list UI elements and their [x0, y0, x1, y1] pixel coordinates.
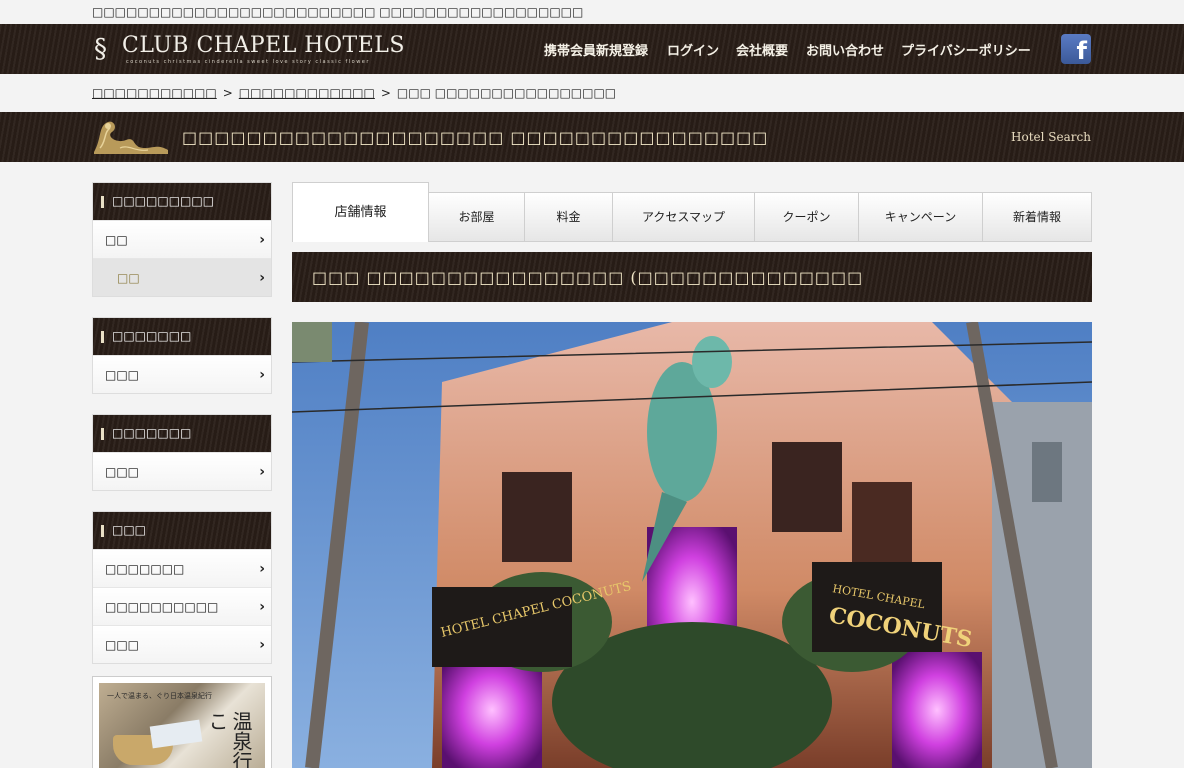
- hotel-facade-image: HOTEL CHAPEL COCONUTS HOTEL CHAPEL COCON…: [292, 322, 1092, 768]
- sidebar-block: □□□□□□□□□ □□ › □□ ›: [92, 182, 272, 297]
- tab-rooms[interactable]: お部屋: [428, 192, 525, 242]
- page-title-bar: □□□□□□□□□□□□□□□□□□□□ □□□□□□□□□□□□□□□□ Ho…: [0, 112, 1184, 162]
- chevron-right-icon: ›: [259, 232, 265, 248]
- page-title: □□□□□□□□□□□□□□□□□□□□ □□□□□□□□□□□□□□□□: [182, 128, 769, 147]
- breadcrumb-separator: >: [222, 86, 233, 100]
- sidebar: □□□□□□□□□ □□ › □□ › □□□□□□□ □□□ › □□□□□□□ □…: [92, 182, 272, 684]
- chevron-right-icon: ›: [259, 367, 265, 383]
- hotel-tabs: 店舗情報 お部屋 料金 アクセスマップ クーポン キャンペーン 新着情報: [292, 182, 1092, 242]
- sidebar-item-label: □□: [105, 233, 128, 247]
- nav-company[interactable]: 会社概要: [736, 40, 788, 59]
- sidebar-item-label: □□□: [105, 465, 140, 479]
- breadcrumb: □□□□□□□□□□□ > □□□□□□□□□□□□ > □□□ □□□□□□□□□□□…: [92, 86, 616, 100]
- sidebar-item[interactable]: □□□□□□□□□□ ›: [93, 587, 271, 625]
- hotel-photo: HOTEL CHAPEL COCONUTS HOTEL CHAPEL COCON…: [292, 322, 1092, 768]
- breadcrumb-area[interactable]: □□□□□□□□□□□□: [239, 86, 375, 100]
- banner-image: 一人で温まる、ぐり日本温泉紀行 温泉行こ: [99, 683, 265, 768]
- top-strip: □□□□□□□□□□□□□□□□□□□□□□□□□ □□□□□□□□□□□□□□…: [0, 0, 1184, 24]
- sidebar-item[interactable]: □□□ ›: [93, 355, 271, 393]
- breadcrumb-home[interactable]: □□□□□□□□□□□: [92, 86, 217, 100]
- tab-coupon[interactable]: クーポン: [754, 192, 859, 242]
- logo-subtitle: coconuts christmas cinderella sweet love…: [126, 59, 370, 65]
- banner-vertical-text: 温泉行こ: [205, 711, 253, 768]
- sidebar-heading: □□□□□□□: [93, 318, 271, 355]
- logo-mark-icon: §: [94, 34, 107, 64]
- hotel-search-label: Hotel Search: [1011, 130, 1091, 144]
- tab-news[interactable]: 新着情報: [982, 192, 1092, 242]
- sidebar-item-label: □□□: [105, 368, 140, 382]
- sidebar-heading: □□□□□□□□□: [93, 183, 271, 220]
- sidebar-heading: □□□□□□□: [93, 415, 271, 452]
- tab-campaign[interactable]: キャンペーン: [858, 192, 983, 242]
- sidebar-item[interactable]: □□ ›: [93, 220, 271, 258]
- tab-shop-info[interactable]: 店舗情報: [292, 182, 429, 242]
- sidebar-item[interactable]: □□□ ›: [93, 452, 271, 490]
- sidebar-item-label: □□□: [105, 638, 140, 652]
- nav-privacy[interactable]: プライバシーポリシー: [901, 40, 1031, 59]
- nav-login[interactable]: ログイン: [667, 40, 719, 59]
- breadcrumb-separator: >: [380, 86, 391, 100]
- sidebar-item[interactable]: □□□ ›: [93, 625, 271, 663]
- sidebar-block: □□□ □□□□□□□ › □□□□□□□□□□ › □□□ ›: [92, 511, 272, 664]
- ornament-icon: [94, 121, 168, 154]
- facebook-icon[interactable]: f: [1061, 34, 1091, 64]
- hotel-name: □□□ □□□□□□□□□□□□□□□□ (□□□□□□□□□□□□□□: [312, 268, 864, 287]
- nav-contact[interactable]: お問い合わせ: [806, 40, 884, 59]
- chevron-right-icon: ›: [259, 599, 265, 615]
- header: § CLUB CHAPEL HOTELS coconuts christmas …: [0, 24, 1184, 74]
- chevron-right-icon: ›: [259, 464, 265, 480]
- breadcrumb-current: □□□ □□□□□□□□□□□□□□□□: [396, 86, 617, 100]
- banner-caption: 一人で温まる、ぐり日本温泉紀行: [107, 692, 212, 700]
- hotel-name-bar: □□□ □□□□□□□□□□□□□□□□ (□□□□□□□□□□□□□□: [292, 252, 1092, 302]
- logo-brand: CLUB CHAPEL HOTELS: [122, 33, 405, 58]
- chevron-right-icon: ›: [259, 637, 265, 653]
- chevron-right-icon: ›: [259, 561, 265, 577]
- sidebar-heading: □□□: [93, 512, 271, 549]
- nav-mobile-register[interactable]: 携帯会員新規登録: [544, 40, 648, 59]
- tab-price[interactable]: 料金: [524, 192, 613, 242]
- banner-towel: [149, 719, 203, 749]
- sidebar-item-label: □□□□□□□: [105, 562, 185, 576]
- sidebar-block: □□□□□□□ □□□ ›: [92, 317, 272, 394]
- sidebar-item[interactable]: □□□□□□□ ›: [93, 549, 271, 587]
- site-logo[interactable]: § CLUB CHAPEL HOTELS coconuts christmas …: [94, 32, 404, 68]
- tagline: □□□□□□□□□□□□□□□□□□□□□□□□□ □□□□□□□□□□□□□□…: [92, 5, 584, 19]
- sidebar-item-active[interactable]: □□ ›: [93, 258, 271, 296]
- onsen-banner[interactable]: 一人で温まる、ぐり日本温泉紀行 温泉行こ: [92, 676, 272, 768]
- sidebar-item-label: □□: [117, 271, 140, 285]
- sidebar-block: □□□□□□□ □□□ ›: [92, 414, 272, 491]
- tab-access-map[interactable]: アクセスマップ: [612, 192, 755, 242]
- sidebar-item-label: □□□□□□□□□□: [105, 600, 219, 614]
- chevron-right-icon: ›: [259, 270, 265, 286]
